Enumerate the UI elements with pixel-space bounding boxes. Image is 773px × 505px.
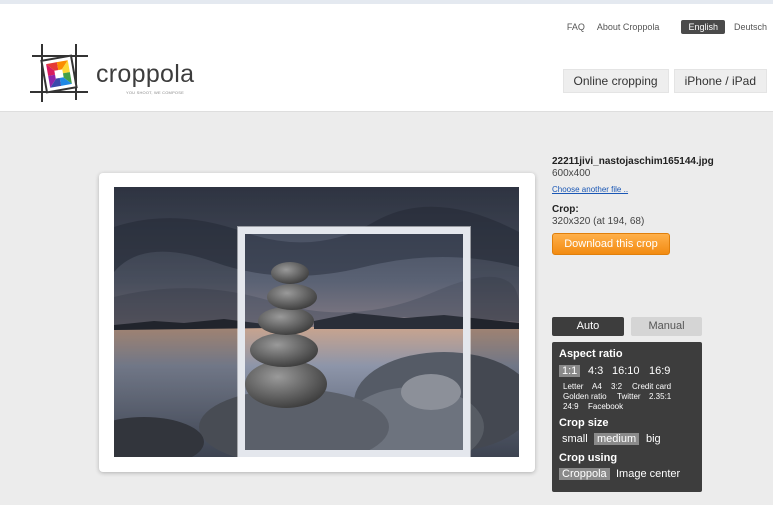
crop-label: Crop: [552, 204, 579, 215]
auto-options-panel: Aspect ratio 1:1 4:3 16:10 16:9 Letter A… [552, 342, 702, 492]
photo-preview[interactable] [114, 187, 519, 457]
aspect-3-2[interactable]: 3:2 [611, 382, 622, 391]
tab-auto[interactable]: Auto [552, 317, 624, 336]
aspect-16-10[interactable]: 16:10 [612, 365, 640, 377]
language-deutsch[interactable]: Deutsch [734, 22, 767, 32]
language-english[interactable]: English [681, 20, 725, 34]
nav-online-cropping[interactable]: Online cropping [562, 69, 669, 93]
aspect-golden-ratio[interactable]: Golden ratio [563, 392, 607, 401]
aspect-1-1[interactable]: 1:1 [559, 365, 581, 377]
aspect-letter[interactable]: Letter [563, 382, 583, 391]
aspect-twitter[interactable]: Twitter [617, 392, 641, 401]
croppola-logo-icon [30, 44, 88, 102]
using-image-center[interactable]: Image center [616, 468, 680, 480]
crop-selection-box[interactable] [238, 227, 470, 457]
tab-manual[interactable]: Manual [631, 317, 702, 336]
crop-value: 320x320 (at 194, 68) [552, 216, 645, 227]
header: FAQ About Croppola English Deutsch cropp… [0, 4, 773, 112]
download-crop-button[interactable]: Download this crop [552, 233, 670, 255]
choose-another-file-link[interactable]: Choose another file .. [552, 185, 628, 194]
photo-frame [99, 173, 535, 472]
aspect-16-9[interactable]: 16:9 [649, 365, 670, 377]
crop-size-heading: Crop size [559, 417, 609, 429]
logo-text: croppola [96, 60, 195, 88]
faq-link[interactable]: FAQ [567, 22, 585, 32]
file-info: 22211jivi_nastojaschim165144.jpg 600x400… [552, 156, 767, 197]
mode-tabs: Auto Manual [552, 317, 702, 336]
size-medium[interactable]: medium [594, 433, 640, 445]
aspect-a4[interactable]: A4 [592, 382, 602, 391]
aspect-4-3[interactable]: 4:3 [588, 365, 603, 377]
logo[interactable]: croppola YOU SHOOT, WE COMPOSE [28, 42, 208, 106]
using-croppola[interactable]: Croppola [559, 468, 610, 480]
aspect-credit-card[interactable]: Credit card [632, 382, 671, 391]
about-link[interactable]: About Croppola [597, 22, 660, 32]
file-dimensions: 600x400 [552, 168, 591, 179]
nav-iphone-ipad[interactable]: iPhone / iPad [673, 69, 767, 93]
aspect-ratio-heading: Aspect ratio [559, 348, 623, 360]
size-small[interactable]: small [562, 433, 588, 445]
aspect-facebook[interactable]: Facebook [588, 402, 623, 411]
top-links: FAQ About Croppola English Deutsch [555, 20, 767, 34]
main-nav: Online cropping iPhone / iPad [558, 69, 767, 93]
logo-tagline: YOU SHOOT, WE COMPOSE [126, 90, 184, 95]
file-name: 22211jivi_nastojaschim165144.jpg [552, 156, 714, 167]
size-big[interactable]: big [646, 433, 661, 445]
aspect-24-9[interactable]: 24:9 [563, 402, 579, 411]
aspect-2-35-1[interactable]: 2.35:1 [649, 392, 671, 401]
crop-using-heading: Crop using [559, 452, 618, 464]
